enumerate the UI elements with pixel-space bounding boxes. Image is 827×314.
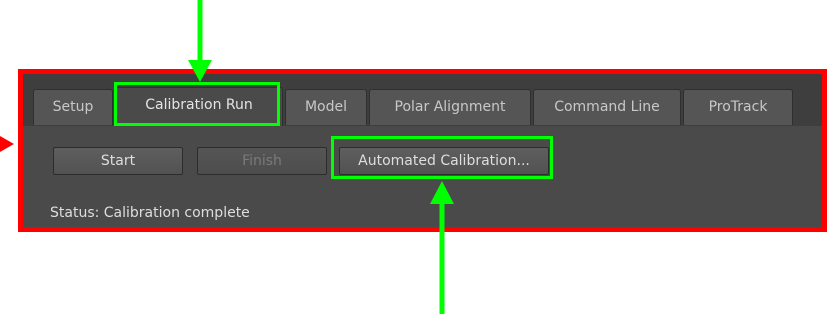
down-arrow-icon — [188, 0, 212, 82]
up-arrow-icon — [430, 181, 454, 314]
annotation-arrows — [188, 0, 454, 314]
